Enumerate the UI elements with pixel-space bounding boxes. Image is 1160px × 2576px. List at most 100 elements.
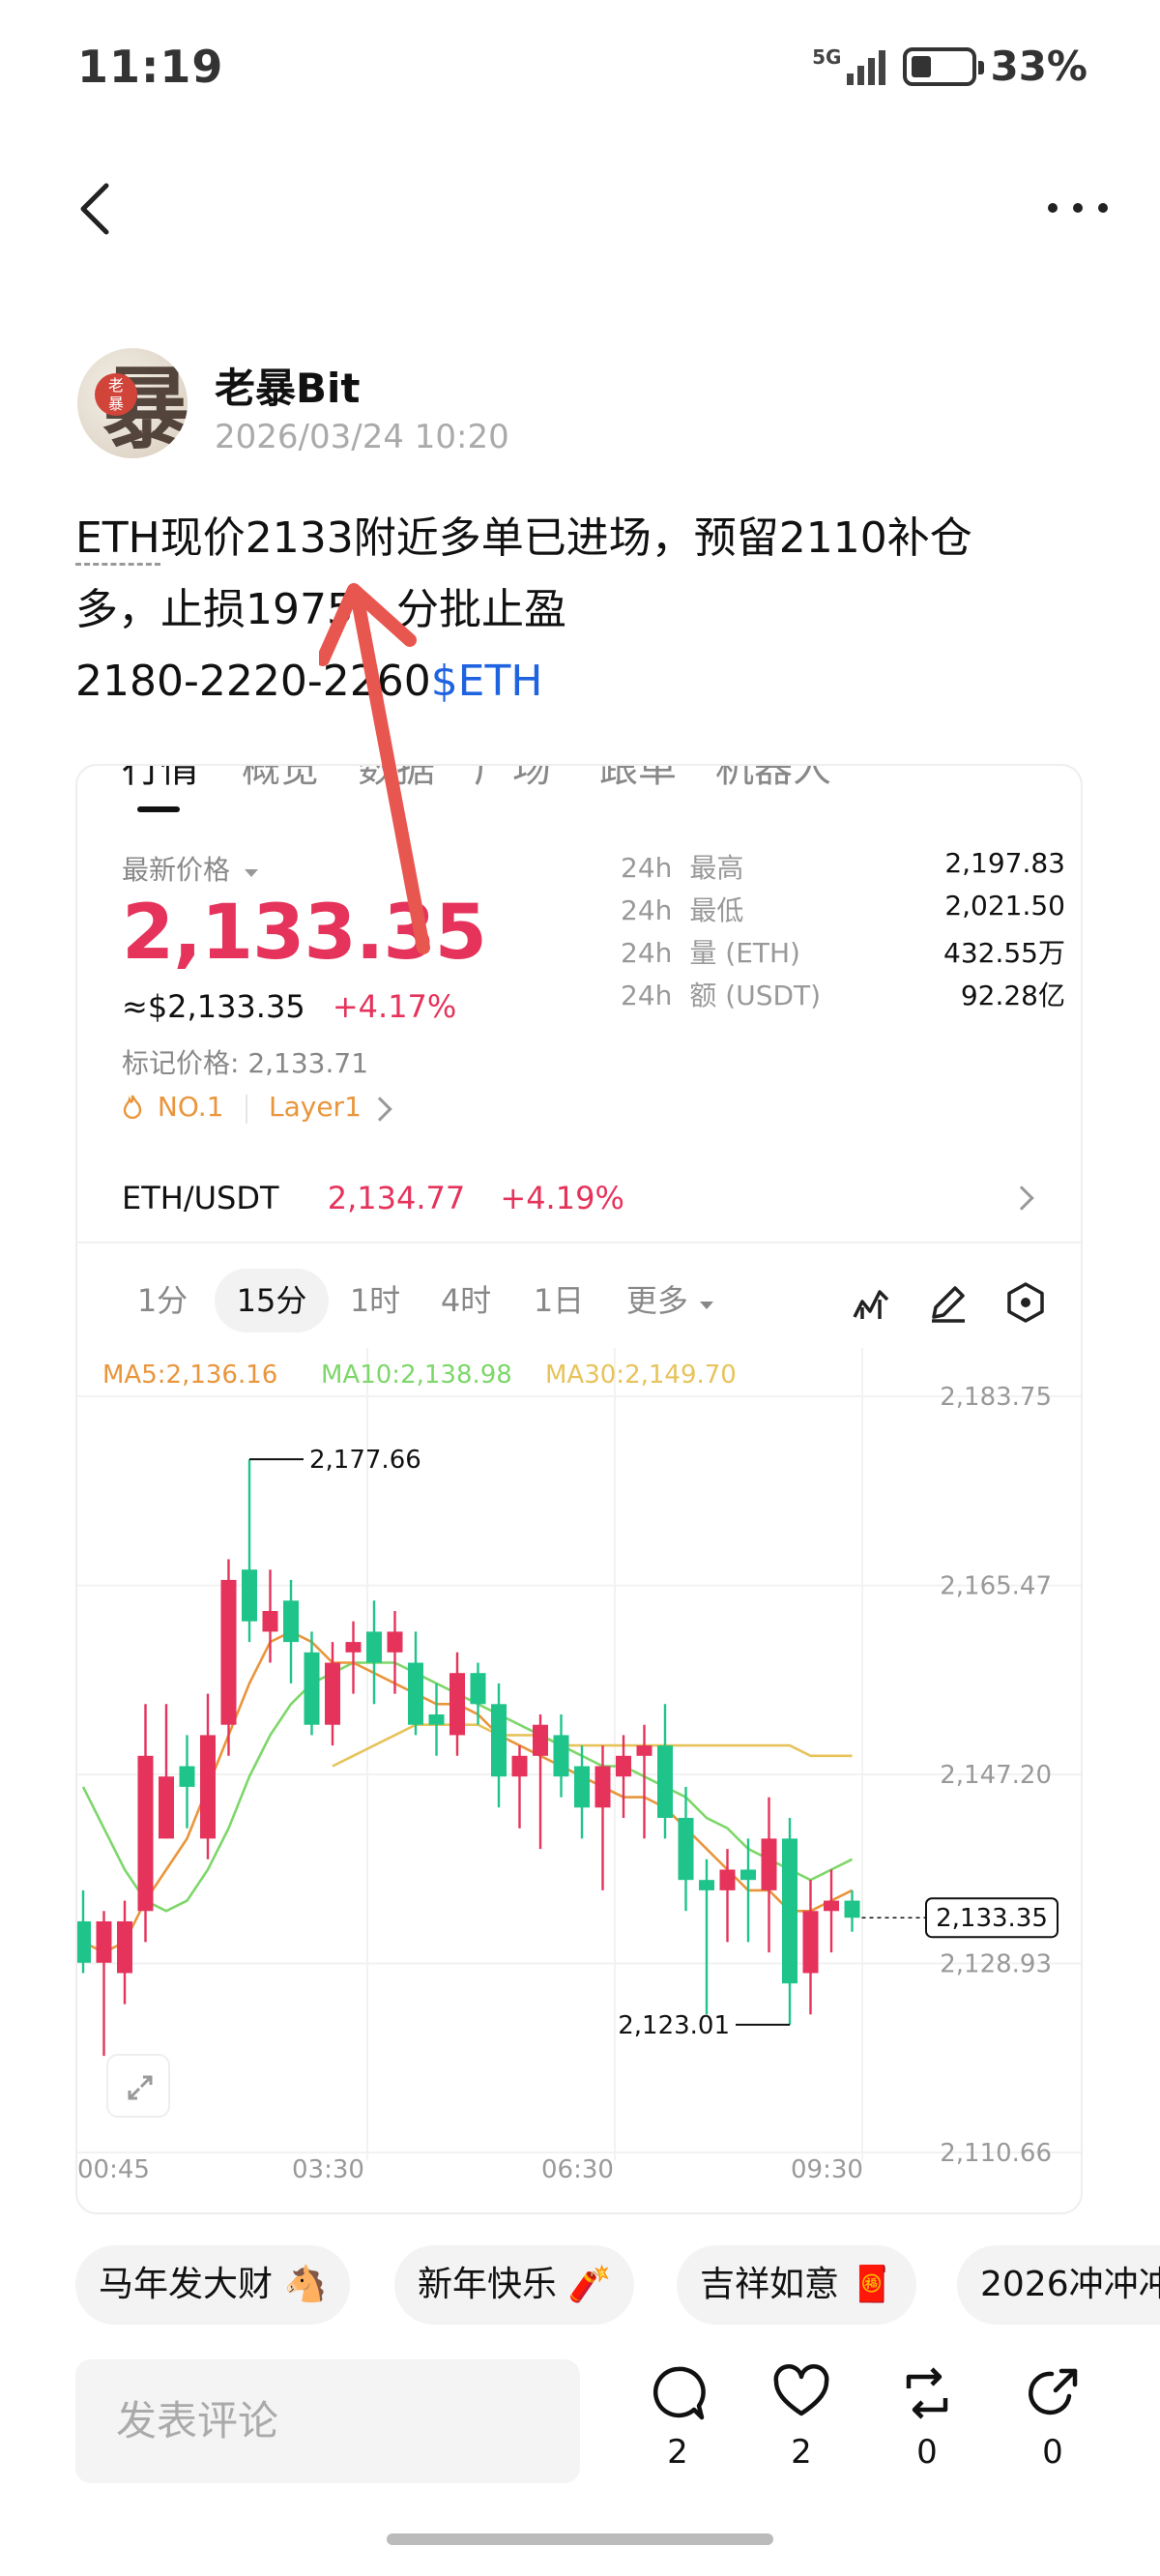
stat-row: 24h 最高 2,197.83 [621,847,1065,886]
pair-row[interactable]: ETH/USDT 2,134.77 +4.19% [122,1180,624,1216]
timeframe-15m[interactable]: 15分 [215,1269,329,1332]
latest-price-label[interactable]: 最新价格 [122,849,260,888]
chip-4[interactable]: 2026冲冲冲 [957,2245,1160,2325]
repost-icon [906,2367,948,2419]
card-tabs: 行情 概览 数据 广场 跟单 机器人 [77,766,1081,805]
timeframe-4h[interactable]: 4时 [425,1269,507,1332]
ma-legend-label: MA30:2,149.70 [545,1361,737,1390]
candle-body [616,1755,631,1777]
signal-bars-icon [847,49,886,85]
indicator-icon[interactable] [847,1278,895,1327]
chevron-right-icon[interactable] [1009,1186,1034,1211]
caret-down-icon [244,869,258,877]
sector-badge[interactable]: Layer1 [269,1091,362,1123]
candle-body [657,1745,673,1818]
candlestick-chart[interactable]: MA5:2,136.16 MA10:2,138.98 MA30:2,149.70 2,… [77,1348,1081,2184]
low-price-label: 2,123.01 [618,2011,730,2040]
flame-icon [123,1095,142,1120]
like-count: 2 [791,2433,812,2472]
stat-row: 24h 量 (ETH) 432.55万 [621,932,1065,971]
stat-row: 24h 额 (USDT) 92.28亿 [621,975,1065,1013]
timeframe-1h[interactable]: 1时 [334,1269,416,1332]
stat-value: 2,197.83 [944,847,1065,879]
candle-body [636,1745,652,1756]
candle-body [761,1838,777,1890]
x-tick-label: 09:30 [791,2155,863,2180]
usd-price: ≈$2,133.35 [122,988,305,1025]
fullscreen-button[interactable] [106,2054,170,2118]
timeframe-1m[interactable]: 1分 [116,1269,209,1332]
chip-3[interactable]: 吉祥如意 🧧 [677,2245,917,2325]
symbol-link[interactable]: ETH [75,513,160,566]
candle-body [159,1776,174,1839]
pencil-icon[interactable] [924,1278,972,1327]
settings-hexagon-icon[interactable] [1001,1278,1050,1327]
y-tick-label: 2,165.47 [940,1572,1052,1601]
candle-body [304,1652,320,1725]
author-name[interactable]: 老暴Bit [215,356,361,415]
tab-bot[interactable]: 机器人 [715,766,831,793]
stat-label: 24h 额 (USDT) [621,980,822,1011]
change-percent: +4.17% [332,988,457,1025]
x-tick-label: 00:45 [77,2155,150,2180]
comment-button[interactable]: 2 [634,2363,721,2472]
x-tick-label: 06:30 [541,2155,614,2180]
repost-count: 0 [916,2433,938,2472]
dot-icon [1048,203,1058,213]
tab-square[interactable]: 广场 [474,766,551,793]
stat-label: 24h 量 (ETH) [621,937,800,969]
like-button[interactable]: 2 [758,2363,845,2472]
pair-price: 2,134.77 [327,1180,466,1216]
candle-body [574,1766,590,1808]
share-button[interactable]: 0 [1009,2363,1096,2472]
avatar[interactable]: 暴 老 暴 [77,348,188,458]
mark-price: 标记价格: 2,133.71 [122,1047,369,1079]
repost-button[interactable]: 0 [884,2363,971,2472]
candle-body [491,1704,507,1777]
chip-1[interactable]: 马年发大财 🐴 [75,2245,351,2325]
stat-label: 24h 最高 [621,852,744,884]
more-button[interactable] [1034,179,1121,237]
stat-value: 2,021.50 [944,890,1065,922]
candle-body [408,1662,423,1725]
post-timestamp: 2026/03/24 10:20 [215,418,509,456]
high-price-label: 2,177.66 [309,1446,421,1475]
candle-body [844,1900,860,1918]
rank-badge[interactable]: NO.1 [122,1091,223,1123]
divider [77,1242,1081,1244]
status-icons: 5G 33% [812,43,1088,90]
candle-body [220,1579,237,1725]
tab-overview[interactable]: 概览 [242,766,319,793]
ma-legend-label: MA10:2,138.98 [321,1361,512,1390]
stat-label: 24h 最低 [621,894,744,926]
market-card[interactable]: 行情 概览 数据 广场 跟单 机器人 最新价格 2,133.35 ≈$2,133… [75,764,1083,2214]
chip-2[interactable]: 新年快乐 🧨 [394,2245,635,2325]
x-tick-label: 03:30 [292,2155,364,2180]
caret-down-icon [700,1302,714,1309]
svg-text:暴: 暴 [108,395,124,413]
share-icon [1028,2368,1078,2415]
candle-body [262,1611,278,1632]
candle-body [553,1735,569,1777]
dot-icon [1098,203,1108,213]
y-tick-label: 2,183.75 [940,1383,1052,1412]
candle-body [137,1755,154,1912]
candle-body [325,1662,340,1725]
candle-body [533,1724,548,1756]
chevron-right-icon[interactable] [367,1097,392,1122]
candle-body [77,1920,91,1963]
heart-icon [773,2364,829,2416]
tab-copy-trade[interactable]: 跟单 [599,766,677,793]
status-time: 11:19 [77,41,224,93]
avatar-logo-icon: 暴 老 暴 [95,357,188,458]
back-button[interactable] [68,174,126,242]
network-type: 5G [812,44,842,69]
timeframe-more[interactable]: 更多 [611,1269,731,1332]
candle-body [179,1766,195,1787]
expand-icon [128,2075,153,2100]
timeframe-1d[interactable]: 1日 [518,1269,599,1332]
candle-body [594,1766,611,1808]
candle-body [740,1869,756,1881]
comment-input[interactable]: 发表评论 [75,2359,580,2483]
tab-market[interactable]: 行情 [122,766,199,793]
